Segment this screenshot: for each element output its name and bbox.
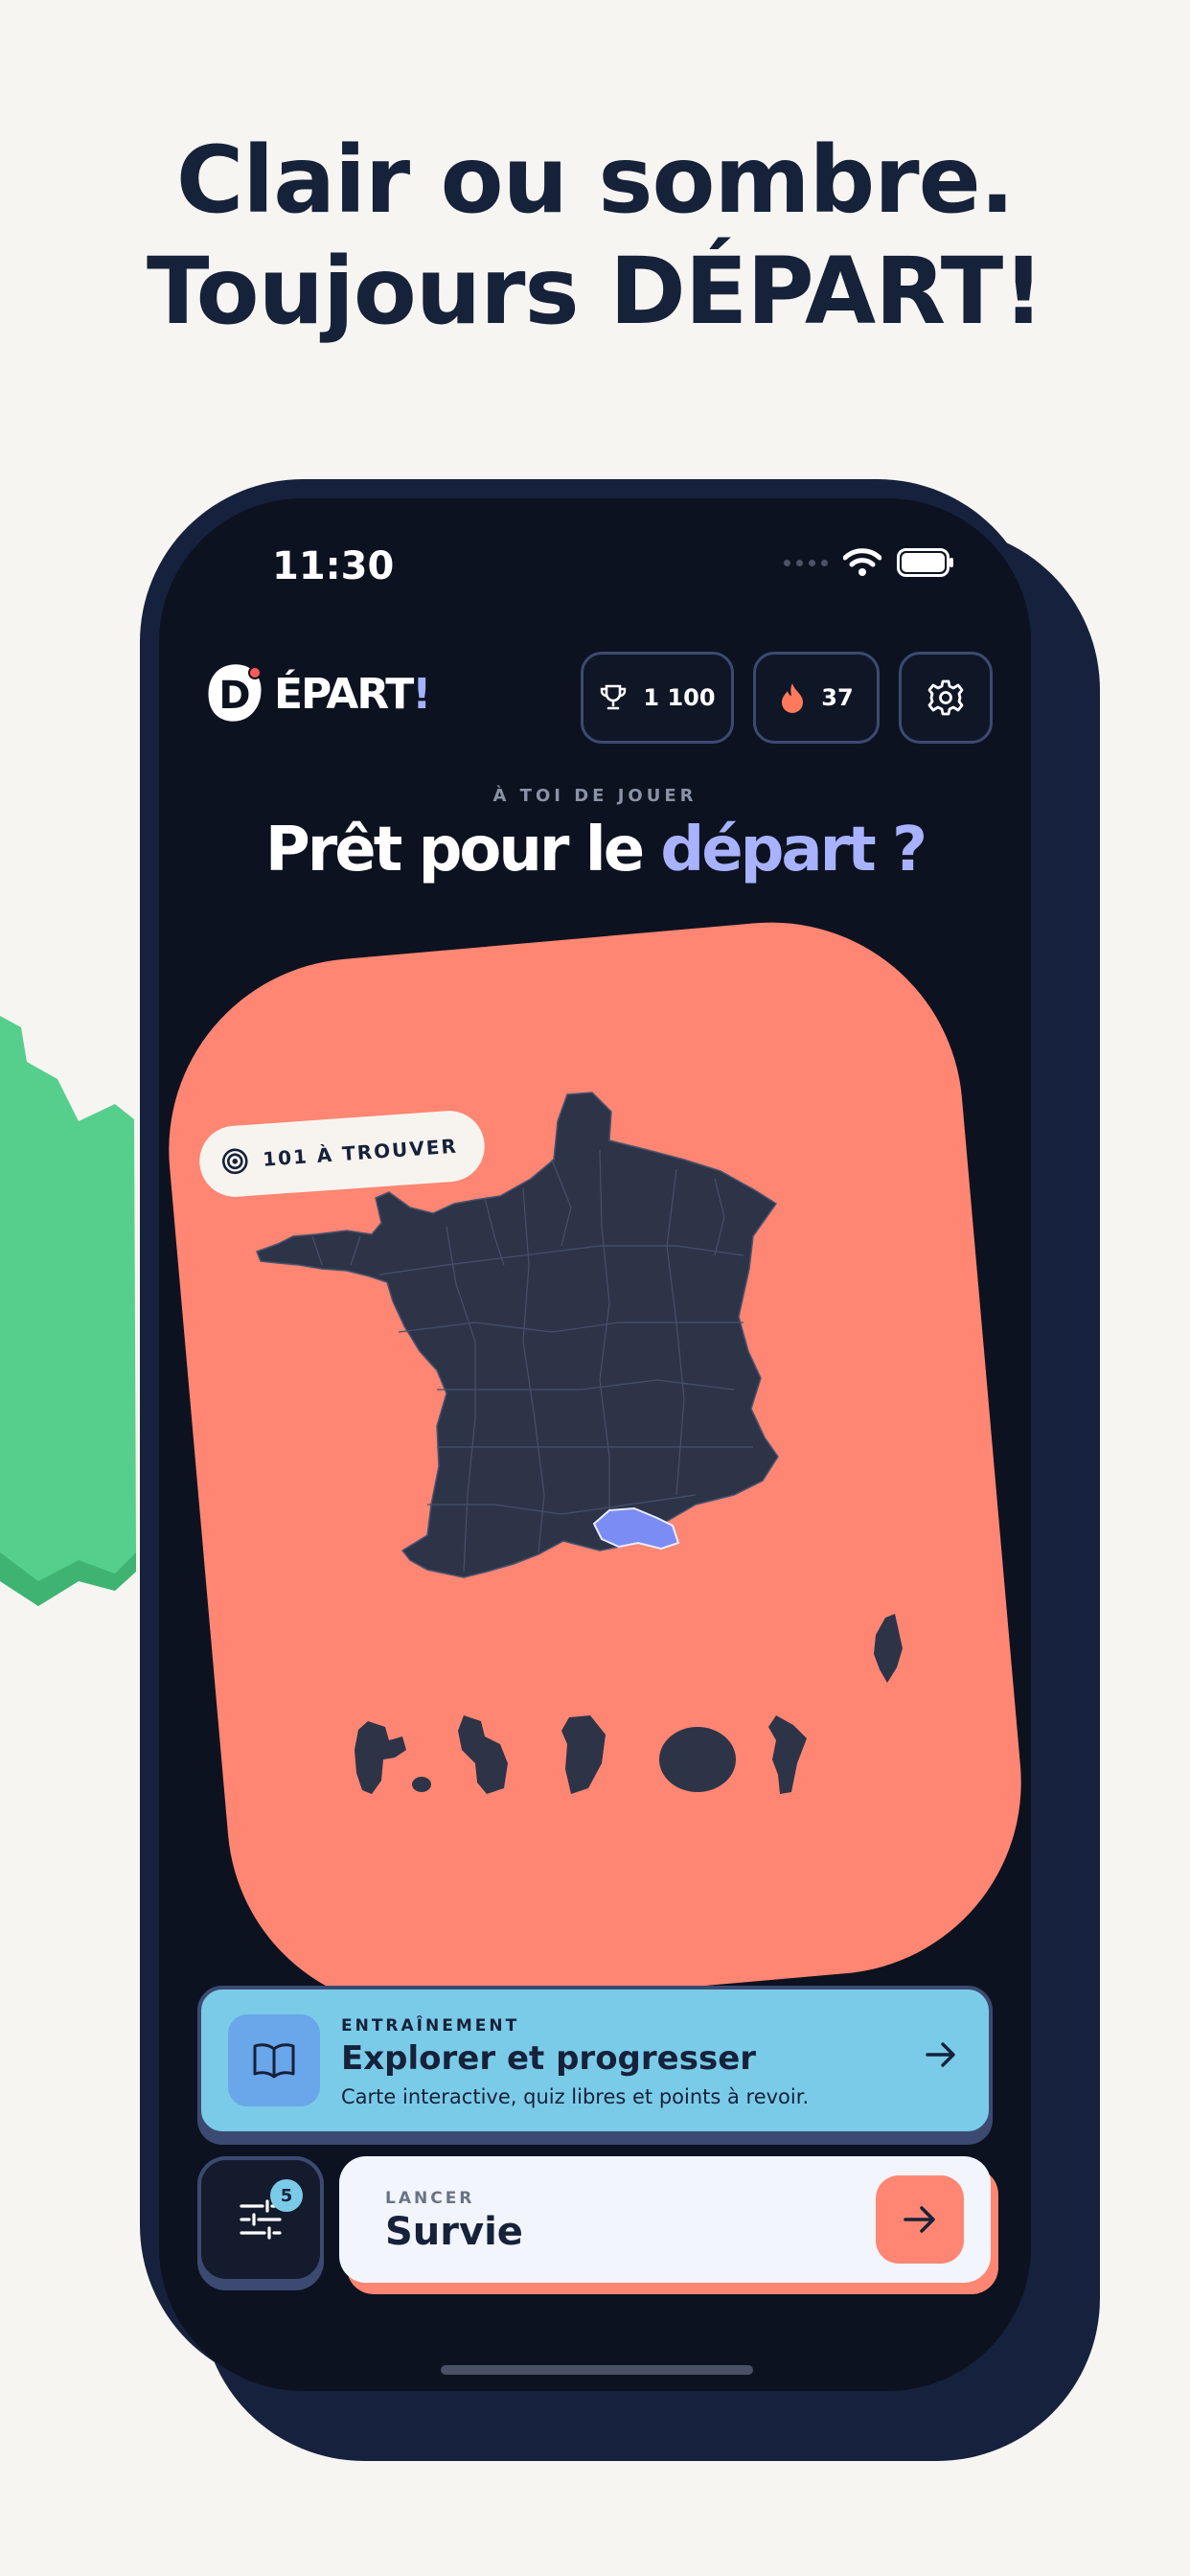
corsica — [874, 1614, 903, 1683]
home-indicator[interactable] — [441, 2365, 753, 2375]
book-icon — [253, 2043, 295, 2079]
training-icon-tile — [228, 2014, 320, 2106]
headline-line-1: Clair ou sombre. — [175, 126, 1015, 234]
arrow-right-icon — [926, 2042, 955, 2067]
green-shape — [0, 1016, 136, 1606]
launch-go-button[interactable] — [876, 2175, 964, 2264]
training-title: Explorer et progresser — [341, 2039, 757, 2078]
training-card[interactable]: ENTRAÎNEMENT Explorer et progresser Cart… — [197, 1986, 993, 2135]
headline: Clair ou sombre. Toujours DÉPART! — [0, 125, 1190, 347]
launch-eyebrow: LANCER — [385, 2189, 475, 2208]
launch-card[interactable]: LANCER Survie — [339, 2156, 991, 2283]
launch-mode-title: Survie — [385, 2210, 523, 2254]
targets-label: 101 À TROUVER — [262, 1134, 459, 1171]
arrow-right-icon — [904, 2206, 935, 2233]
target-icon — [221, 1148, 248, 1175]
training-eyebrow: ENTRAÎNEMENT — [341, 2016, 520, 2036]
phone-screen: 11:30 D ÉPART! 1 100 37 À TOI DE JOUER P… — [159, 498, 1031, 2391]
filters-button[interactable]: 5 — [197, 2156, 324, 2283]
filters-count-badge: 5 — [270, 2179, 303, 2212]
training-subtitle: Carte interactive, quiz libres et points… — [341, 2085, 810, 2108]
overseas-territories — [355, 1715, 807, 1794]
headline-line-2: Toujours DÉPART! — [146, 238, 1044, 345]
